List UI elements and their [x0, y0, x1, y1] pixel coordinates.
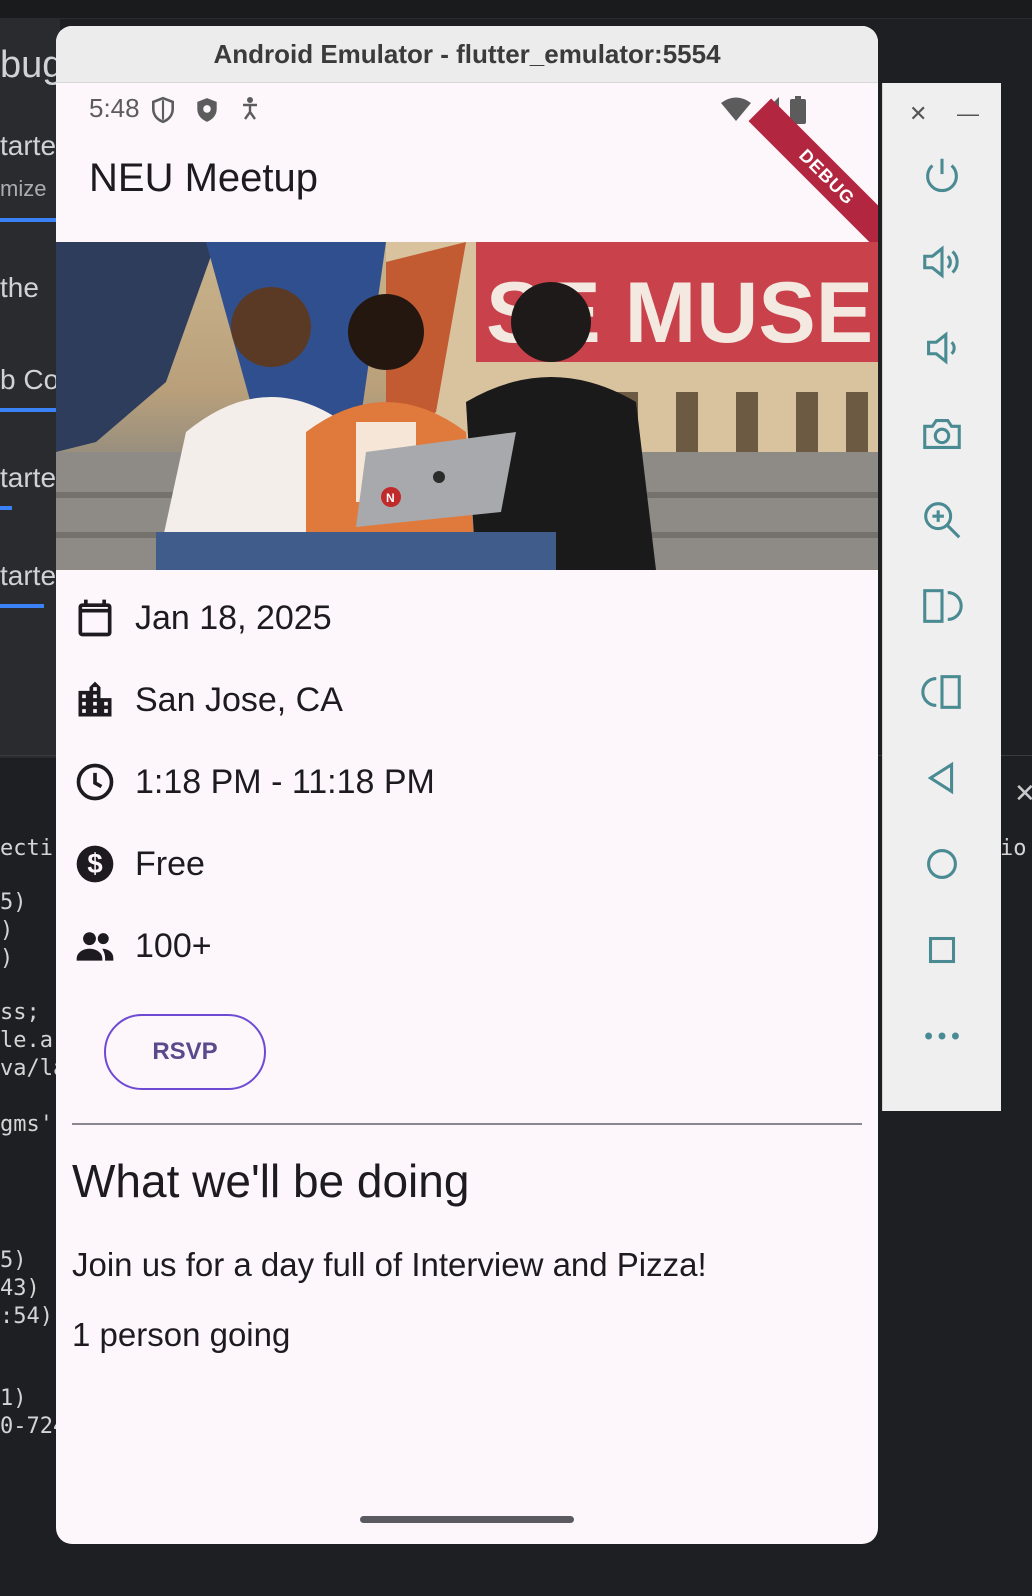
event-description: Join us for a day full of Interview and … [72, 1246, 707, 1283]
shield-filled-icon [194, 96, 220, 129]
code-line: va/la [0, 1056, 58, 1081]
rotate-right-icon [921, 675, 961, 709]
dollar-icon: $ [76, 845, 114, 883]
ide-progress-bar [0, 408, 56, 412]
event-capacity: 100+ [135, 926, 212, 965]
rotate-left-button[interactable] [883, 583, 1001, 629]
ide-panel-item[interactable]: b Co [0, 364, 58, 396]
ide-panel-subtext: mize [0, 176, 47, 201]
code-line: 5) [0, 1248, 27, 1273]
ide-progress-bar [0, 506, 12, 510]
event-capacity-row: 100+ [73, 922, 212, 970]
code-line: ecti [0, 836, 53, 861]
event-time: 1:18 PM - 11:18 PM [135, 762, 435, 801]
ide-side-panel: bug tarte mize the b Co tarte tarte [0, 18, 60, 758]
emulator-window: Android Emulator - flutter_emulator:5554… [56, 26, 878, 1544]
accessibility-icon [240, 96, 260, 127]
event-date: Jan 18, 2025 [135, 598, 332, 637]
page-title: NEU Meetup [89, 156, 318, 200]
code-line: 1) [0, 1386, 27, 1411]
emulator-toolbar: ✕ — [882, 83, 1001, 1111]
code-line: le.ar [0, 1028, 58, 1053]
people-icon [76, 932, 114, 961]
code-line: ) [0, 946, 14, 971]
more-icon [925, 1032, 959, 1040]
ide-progress-bar [0, 218, 56, 222]
window-title: Android Emulator - flutter_emulator:5554 [56, 26, 878, 83]
section-divider [72, 1123, 862, 1125]
code-line: ss; ( [0, 1000, 58, 1025]
close-icon[interactable]: ✕ [909, 101, 927, 127]
power-icon [926, 158, 958, 193]
home-icon [927, 849, 957, 879]
laptop-sticker: N [386, 491, 395, 505]
camera-icon [923, 419, 961, 449]
code-line: 0-724 [0, 1414, 58, 1439]
hero-illustration: SE MUSEUM OF ART [56, 242, 878, 570]
overview-icon [928, 936, 956, 964]
code-line-right: io [1000, 836, 1027, 861]
rotate-right-button[interactable] [883, 669, 1001, 715]
code-line: gms'. [0, 1112, 58, 1137]
event-price: Free [135, 844, 205, 883]
home-indicator[interactable] [360, 1516, 574, 1523]
ide-progress-bar [0, 604, 44, 608]
event-hero-image: SE MUSEUM OF ART [56, 242, 878, 570]
zoom-button[interactable] [883, 497, 1001, 543]
shield-outline-icon [150, 96, 176, 129]
ide-panel-item[interactable]: tarte [0, 130, 58, 162]
event-price-row: $ Free [73, 840, 205, 888]
back-icon [927, 761, 954, 795]
code-line: 5) [0, 890, 27, 915]
screenshot-button[interactable] [883, 411, 1001, 457]
home-button[interactable] [883, 841, 1001, 887]
zoom-in-icon [924, 502, 961, 539]
ide-panel-item[interactable]: tarte [0, 462, 58, 494]
debug-banner: DEBUG [748, 98, 878, 256]
event-date-row: Jan 18, 2025 [73, 594, 332, 642]
rotate-left-icon [923, 589, 963, 623]
wifi-icon [720, 96, 752, 127]
code-line: ) [0, 918, 14, 943]
close-icon[interactable]: ✕ [1014, 778, 1032, 809]
event-location-row: San Jose, CA [73, 676, 343, 724]
calendar-icon [78, 599, 112, 637]
more-button[interactable] [883, 1013, 1001, 1059]
clock-icon [76, 763, 114, 801]
volume-up-button[interactable] [883, 239, 1001, 285]
ide-panel-item[interactable]: the [0, 272, 58, 304]
event-location: San Jose, CA [135, 680, 343, 719]
volume-up-icon [923, 245, 959, 279]
minimize-icon[interactable]: — [957, 101, 979, 127]
ide-top-strip [0, 0, 1032, 19]
power-button[interactable] [883, 153, 1001, 199]
code-line: 43) [0, 1276, 40, 1301]
overview-button[interactable] [883, 927, 1001, 973]
code-line: :54) [0, 1304, 53, 1329]
rsvp-button[interactable]: RSVP [104, 1014, 266, 1090]
event-time-row: 1:18 PM - 11:18 PM [73, 758, 435, 806]
back-button[interactable] [883, 755, 1001, 801]
volume-down-icon [927, 331, 956, 365]
svg-text:$: $ [87, 848, 102, 879]
status-bar: 5:48 DEBUG [56, 83, 878, 256]
ide-panel-heading: bug [0, 44, 58, 86]
volume-down-button[interactable] [883, 325, 1001, 371]
section-heading: What we'll be doing [72, 1155, 470, 1207]
ide-panel-item[interactable]: tarte [0, 560, 58, 592]
attendee-count: 1 person going [72, 1316, 291, 1353]
status-time: 5:48 [89, 93, 140, 123]
location-city-icon [78, 681, 112, 717]
